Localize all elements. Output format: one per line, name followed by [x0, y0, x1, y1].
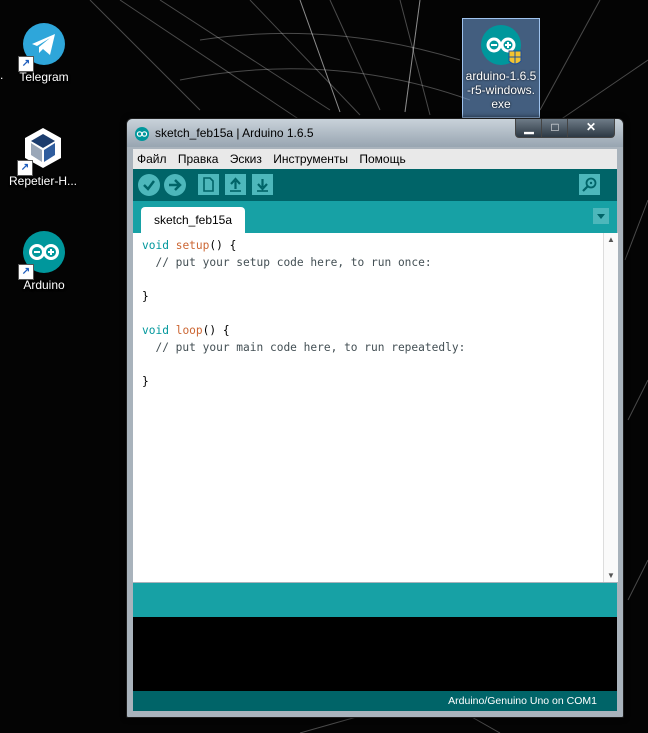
menu-edit[interactable]: Правка [174, 149, 223, 169]
desktop-edge-dot: . [0, 68, 4, 82]
verify-button[interactable] [138, 174, 160, 196]
arduino-ide-window: sketch_feb15a | Arduino 1.6.5 ▁ □ ✕ Файл… [126, 118, 624, 718]
menu-file[interactable]: Файл [133, 149, 171, 169]
arduino-app-icon [135, 127, 149, 141]
installer-label-line: -r5-windows. [466, 83, 535, 97]
code-editor[interactable]: void setup() { // put your setup code he… [133, 233, 603, 582]
installer-icon [479, 23, 523, 67]
code-line: void setup() { [142, 239, 237, 252]
desktop-icon-arduino-installer[interactable]: arduino-1.6.5 -r5-windows. exe [462, 18, 540, 118]
close-button[interactable]: ✕ [567, 119, 615, 138]
desktop-icon-label: Repetier-H... [8, 174, 78, 188]
board-status-bar: Arduino/Genuino Uno on COM1 [133, 691, 617, 711]
code-line: } [142, 290, 149, 303]
installer-label: arduino-1.6.5 -r5-windows. exe [463, 69, 539, 111]
scroll-up-icon[interactable]: ▲ [607, 235, 615, 244]
tab-bar: sketch_feb15a [133, 201, 617, 233]
check-icon [143, 180, 155, 191]
minimize-button[interactable]: ▁ [515, 119, 543, 138]
new-button[interactable] [198, 174, 219, 195]
file-icon [203, 177, 214, 192]
scroll-down-icon[interactable]: ▼ [607, 571, 615, 580]
desktop-icon-label: Telegram [19, 70, 69, 84]
installer-label-line: arduino-1.6.5 [465, 69, 537, 83]
arduino-icon: ↗ [18, 230, 66, 280]
menu-bar: Файл Правка Эскиз Инструменты Помощь [133, 149, 617, 169]
arrow-up-icon [230, 177, 241, 192]
desktop-icon-repetier[interactable]: ↗ Repetier-H... [8, 126, 78, 189]
shortcut-arrow-icon: ↗ [17, 160, 33, 176]
code-line: void loop() { [142, 324, 230, 337]
desktop-icon-label: Arduino [23, 278, 65, 292]
code-line: } [142, 375, 149, 388]
console-output [133, 617, 617, 691]
menu-help[interactable]: Помощь [355, 149, 409, 169]
telegram-icon: ↗ [18, 22, 66, 72]
arrow-down-icon [257, 179, 268, 192]
board-port-label: Arduino/Genuino Uno on COM1 [448, 695, 597, 707]
open-button[interactable] [225, 174, 246, 195]
maximize-button[interactable]: □ [541, 119, 569, 138]
arrow-right-icon [169, 179, 182, 191]
serial-monitor-button[interactable] [579, 174, 600, 195]
desktop-icon-telegram[interactable]: ↗ Telegram [9, 22, 79, 85]
save-button[interactable] [252, 174, 273, 195]
menu-tools[interactable]: Инструменты [269, 149, 352, 169]
repetier-icon: ↗ [17, 126, 65, 176]
code-line: // put your main code here, to run repea… [142, 341, 466, 354]
shortcut-arrow-icon: ↗ [18, 264, 34, 280]
tab-menu-button[interactable] [593, 208, 609, 224]
menu-sketch[interactable]: Эскиз [226, 149, 266, 169]
window-titlebar[interactable]: sketch_feb15a | Arduino 1.6.5 ▁ □ ✕ [127, 119, 623, 147]
installer-label-line: exe [491, 97, 511, 111]
window-title: sketch_feb15a | Arduino 1.6.5 [155, 126, 314, 140]
tab-sketch[interactable]: sketch_feb15a [141, 207, 245, 233]
code-text: void setup() { // put your setup code he… [142, 237, 465, 390]
editor-scrollbar[interactable]: ▲ ▼ [603, 233, 618, 582]
message-area [133, 583, 617, 617]
shortcut-arrow-icon: ↗ [18, 56, 34, 72]
magnifier-icon [582, 177, 597, 192]
toolbar [133, 169, 617, 201]
code-line: // put your setup code here, to run once… [142, 256, 432, 269]
desktop-icon-arduino[interactable]: ↗ Arduino [9, 230, 79, 293]
upload-button[interactable] [164, 174, 186, 196]
triangle-down-icon [597, 214, 605, 219]
